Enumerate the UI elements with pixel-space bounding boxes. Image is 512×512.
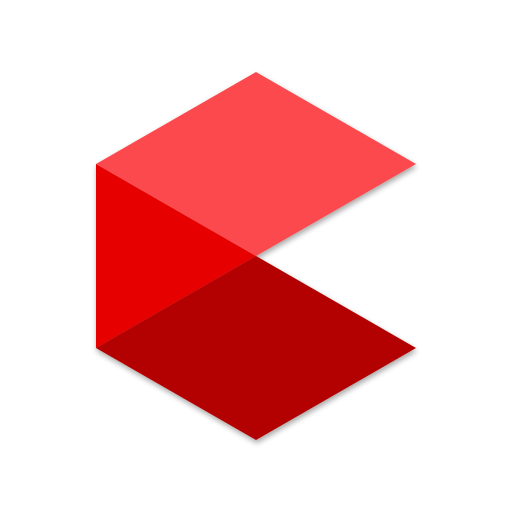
c-cube-logo-icon bbox=[96, 72, 416, 440]
app-icon-canvas bbox=[0, 0, 512, 512]
